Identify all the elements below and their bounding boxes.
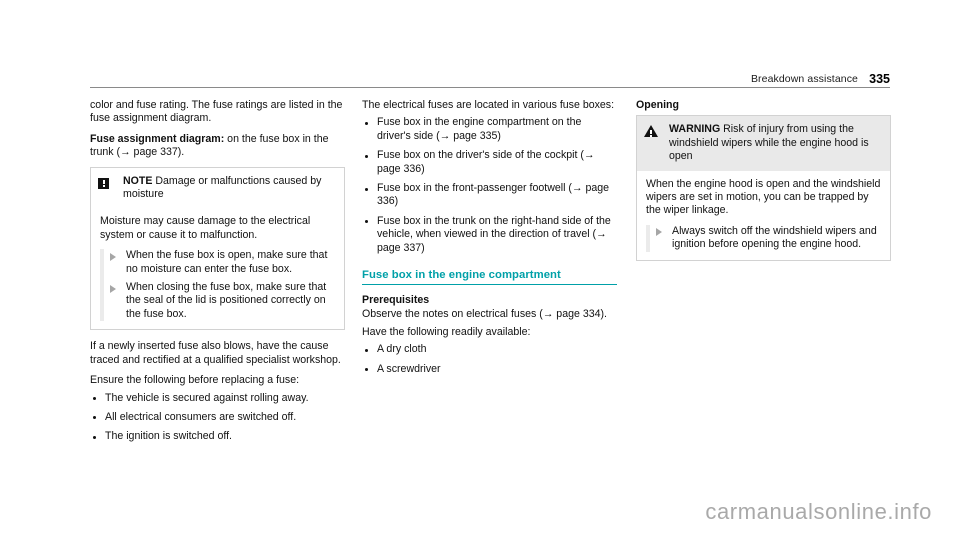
note-header-text: NOTE Damage or malfunctions caused by mo… — [123, 175, 336, 202]
list-item: When closing the fuse box, make sure tha… — [108, 281, 336, 321]
section-heading-fuse-box-engine-compartment: Fuse box in the engine compartment — [362, 269, 617, 286]
fuse-box-item-text: Fuse box on the driver's side of the coc… — [377, 149, 595, 175]
list-item: The vehicle is secured against rolling a… — [90, 392, 345, 405]
warning-triangle-icon — [644, 125, 658, 138]
action-triangle-icon — [110, 284, 116, 293]
middle-lead-paragraph: The electrical fuses are located in vari… — [362, 99, 615, 111]
note-body-paragraph: Moisture may cause damage to the electri… — [100, 215, 311, 241]
warning-box-header: WARNING Risk of injury from using the wi… — [637, 116, 890, 171]
bullet-dot-icon — [365, 121, 368, 125]
note-action-list: When the fuse box is open, make sure tha… — [100, 249, 336, 322]
page-running-header: Breakdown assistance 335 — [90, 66, 890, 88]
warning-body-paragraph: When the engine hood is open and the win… — [646, 177, 881, 217]
available-item-text: A screwdriver — [377, 362, 441, 375]
available-items-list: A dry cloth A screwdriver — [362, 343, 617, 376]
ensure-list: The vehicle is secured against rolling a… — [90, 392, 345, 444]
left-intro-paragraph: color and fuse rating. The fuse ratings … — [90, 99, 343, 125]
list-item: The ignition is switched off. — [90, 430, 345, 443]
available-lead-paragraph: Have the following readily available: — [362, 325, 531, 338]
note-icon-cell — [98, 175, 123, 194]
warning-exclamation-bar — [650, 129, 652, 134]
bullet-dot-icon — [93, 435, 96, 439]
list-item: A screwdriver — [362, 363, 617, 376]
ensure-item-text: The ignition is switched off. — [105, 430, 232, 443]
bullet-dot-icon — [365, 220, 368, 224]
fuse-assignment-label: Fuse assignment diagram: — [90, 132, 225, 145]
warning-box: WARNING Risk of injury from using the wi… — [636, 115, 891, 261]
list-item: Always switch off the windshield wipers … — [654, 225, 882, 252]
column-right: Opening WARNING Risk of injury from usin… — [636, 99, 891, 271]
note-action-text: When closing the fuse box, make sure tha… — [126, 281, 327, 320]
header-section-title: Breakdown assistance — [750, 73, 858, 85]
fuse-box-item-text: Fuse box in the engine compartment on th… — [377, 116, 582, 142]
bullet-dot-icon — [365, 368, 368, 372]
ensure-item-text: The vehicle is secured against rolling a… — [105, 391, 309, 404]
opening-heading: Opening — [636, 99, 679, 111]
page-number: 335 — [869, 72, 890, 86]
list-item: When the fuse box is open, make sure tha… — [108, 249, 336, 276]
note-action-text: When the fuse box is open, make sure tha… — [126, 249, 328, 275]
note-box-header: NOTE Damage or malfunctions caused by mo… — [91, 168, 344, 209]
bullet-dot-icon — [365, 187, 368, 191]
prerequisites-paragraph: Observe the notes on electrical fuses (→… — [362, 308, 607, 321]
column-left: color and fuse rating. The fuse ratings … — [90, 99, 345, 450]
note-box: NOTE Damage or malfunctions caused by mo… — [90, 166, 345, 331]
warning-icon-cell — [644, 123, 669, 142]
note-box-body: Moisture may cause damage to the electri… — [91, 208, 344, 330]
fuse-box-item-text: Fuse box in the trunk on the right-hand … — [377, 214, 611, 254]
fuse-box-location-list: Fuse box in the engine compartment on th… — [362, 116, 617, 255]
column-middle: The electrical fuses are located in vari… — [362, 99, 617, 382]
site-watermark: carmanualsonline.info — [705, 499, 932, 524]
fuse-box-item-text: Fuse box in the front-passenger footwell… — [377, 182, 610, 208]
action-triangle-icon — [656, 228, 662, 237]
note-label: NOTE — [123, 174, 153, 187]
warning-header-text: WARNING Risk of injury from using the wi… — [669, 123, 882, 163]
list-item: Fuse box in the front-passenger footwell… — [362, 182, 617, 209]
bullet-dot-icon — [93, 397, 96, 400]
ensure-lead-paragraph: Ensure the following before replacing a … — [90, 374, 300, 387]
prerequisites-heading: Prerequisites — [362, 294, 430, 307]
warning-exclamation-dot — [650, 134, 652, 137]
bullet-dot-icon — [93, 416, 96, 420]
warning-label: WARNING — [669, 123, 721, 136]
list-item: Fuse box in the trunk on the right-hand … — [362, 215, 617, 255]
warning-box-body: When the engine hood is open and the win… — [637, 170, 890, 260]
available-item-text: A dry cloth — [377, 343, 427, 356]
list-item: A dry cloth — [362, 343, 617, 356]
ensure-item-text: All electrical consumers are switched of… — [105, 410, 297, 423]
warning-action-list: Always switch off the windshield wipers … — [646, 224, 882, 252]
bullet-dot-icon — [365, 348, 368, 352]
bullet-dot-icon — [365, 154, 368, 158]
after-note-paragraph: If a newly inserted fuse also blows, hav… — [90, 340, 341, 366]
action-triangle-icon — [110, 252, 116, 261]
list-item: Fuse box in the engine compartment on th… — [362, 116, 617, 143]
header-divider — [90, 87, 890, 88]
note-icon — [98, 177, 109, 189]
list-item: Fuse box on the driver's side of the coc… — [362, 149, 617, 176]
list-item: All electrical consumers are switched of… — [90, 411, 345, 424]
note-title: Damage or malfunctions caused by moistur… — [123, 174, 322, 201]
warning-action-text: Always switch off the windshield wipers … — [672, 224, 877, 251]
fuse-assignment-paragraph: Fuse assignment diagram: on the fuse box… — [90, 133, 345, 160]
